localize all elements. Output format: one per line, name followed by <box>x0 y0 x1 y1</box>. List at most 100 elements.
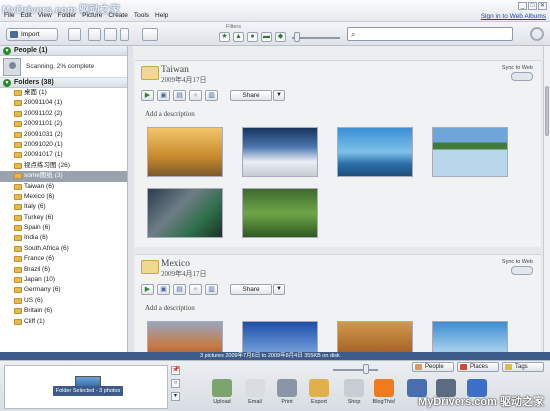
search-input[interactable] <box>362 29 507 39</box>
album-description-field[interactable]: Add a description <box>145 110 195 118</box>
blog-icon[interactable]: ▥ <box>205 90 218 101</box>
date-filter-knob[interactable] <box>294 32 300 42</box>
folder-item[interactable]: Cliff (1) <box>0 317 127 327</box>
thumbnail-size-slider[interactable] <box>333 369 378 371</box>
upload-button[interactable]: Upload <box>208 379 236 405</box>
menu-view[interactable]: View <box>38 12 52 19</box>
people-tab-button[interactable]: People <box>412 362 454 372</box>
folders-section-header[interactable]: ▼ Folders (38) <box>0 78 127 88</box>
sign-in-link[interactable]: Sign in to Web Albums <box>481 13 546 20</box>
folder-item[interactable]: Spain (6) <box>0 223 127 233</box>
folder-item[interactable]: South Africa (6) <box>0 244 127 254</box>
photo-thumbnail-palm-beach[interactable] <box>432 321 508 352</box>
star-icon[interactable]: ★ <box>189 284 202 295</box>
menu-picture[interactable]: Picture <box>82 12 102 19</box>
folder-item[interactable]: 20091017 (1) <box>0 150 127 160</box>
share-button[interactable]: Share <box>230 284 272 295</box>
blog-icon[interactable]: ▥ <box>205 284 218 295</box>
folder-item[interactable]: Mexico (6) <box>0 192 127 202</box>
people-section-header[interactable]: ▼ People (1) <box>0 46 127 56</box>
print-button[interactable]: Print <box>273 379 301 405</box>
menu-tools[interactable]: Tools <box>134 12 149 19</box>
people-scan-row[interactable]: Scanning, 2% complete <box>0 56 127 78</box>
photo-thumbnail-pier-sunset[interactable] <box>147 127 223 177</box>
photo-thumbnail-stone-carving[interactable] <box>337 321 413 352</box>
folder-item[interactable]: Brazil (6) <box>0 265 127 275</box>
collapse-icon[interactable]: ▼ <box>3 47 11 55</box>
email-button[interactable]: Email <box>241 379 269 405</box>
menu-folder[interactable]: Folder <box>58 12 76 19</box>
add-to-album-icon[interactable]: ▾ <box>171 392 180 401</box>
collapse-icon[interactable]: ▼ <box>3 79 11 87</box>
minimize-button[interactable]: _ <box>518 2 527 10</box>
share-dropdown-icon[interactable]: ▼ <box>273 284 285 295</box>
movie-filter-icon[interactable]: ▲ <box>233 32 244 42</box>
album-scrollbar[interactable] <box>543 46 550 352</box>
view-dropdown-icon[interactable] <box>120 28 129 41</box>
star-icon[interactable]: ★ <box>189 90 202 101</box>
sync-to-web-toggle[interactable] <box>511 266 533 275</box>
photo-thumbnail-rice-terrace[interactable] <box>432 127 508 177</box>
folder-item[interactable]: 20091020 (1) <box>0 140 127 150</box>
folder-item[interactable]: Britain (6) <box>0 306 127 316</box>
folder-item[interactable]: 20091104 (1) <box>0 98 127 108</box>
photo-thumbnail-coastal-rock[interactable] <box>337 127 413 177</box>
scrollbar-thumb[interactable] <box>545 86 549 136</box>
maximize-button[interactable]: □ <box>528 2 537 10</box>
photo-thumbnail-green-hills[interactable] <box>242 188 318 238</box>
face-filter-icon[interactable]: ● <box>247 32 258 42</box>
shop-button[interactable]: Shop <box>340 379 368 405</box>
list-view-icon[interactable] <box>88 28 101 41</box>
places-tab-button[interactable]: Places <box>457 362 499 372</box>
photo-thumbnail-gorge-road[interactable] <box>147 188 223 238</box>
play-slideshow-icon[interactable]: ▶ <box>141 90 154 101</box>
menu-file[interactable]: File <box>4 12 14 19</box>
geotag-filter-icon[interactable]: ◆ <box>275 32 286 42</box>
thumbnail-view-icon[interactable] <box>104 28 117 41</box>
menu-edit[interactable]: Edit <box>20 12 31 19</box>
close-button[interactable]: ✕ <box>538 2 547 10</box>
album-description-field[interactable]: Add a description <box>145 304 195 312</box>
sync-to-web-toggle[interactable] <box>511 72 533 81</box>
movie-icon[interactable]: ▤ <box>173 90 186 101</box>
photo-thumbnail-pyramid-sky[interactable] <box>242 321 318 352</box>
folder-item[interactable]: 20091101 (2) <box>0 119 127 129</box>
folder-item[interactable]: Japan (10) <box>0 275 127 285</box>
folder-item[interactable]: France (6) <box>0 254 127 264</box>
blogthis-button[interactable]: BlogThis! <box>370 379 398 405</box>
slideshow-icon[interactable] <box>68 28 81 41</box>
folder-item[interactable]: Taiwan (6) <box>0 182 127 192</box>
folder-item[interactable]: US (6) <box>0 296 127 306</box>
tags-tab-button[interactable]: Tags <box>502 362 544 372</box>
menu-help[interactable]: Help <box>155 12 168 19</box>
folder-item[interactable]: Germany (6) <box>0 285 127 295</box>
folder-item[interactable]: 桌面 (1) <box>0 88 127 98</box>
album-title[interactable]: Taiwan <box>161 65 189 75</box>
folder-item[interactable]: 视点练习图 (26) <box>0 161 127 171</box>
folder-item[interactable]: 20091102 (2) <box>0 109 127 119</box>
collage-icon[interactable]: ▣ <box>157 284 170 295</box>
gear-icon[interactable] <box>530 27 544 41</box>
share-dropdown-icon[interactable]: ▼ <box>273 90 285 101</box>
hold-icon[interactable]: 📌 <box>171 366 180 375</box>
collage-icon[interactable]: ▣ <box>157 90 170 101</box>
album-title[interactable]: Mexico <box>161 259 190 269</box>
folder-item[interactable]: India (6) <box>0 233 127 243</box>
folder-item[interactable]: Turkey (6) <box>0 213 127 223</box>
menu-create[interactable]: Create <box>108 12 128 19</box>
starred-filter-icon[interactable]: ★ <box>219 32 230 42</box>
photo-thumbnail-red-rocks[interactable] <box>147 321 223 352</box>
uploaded-filter-icon[interactable]: ▬ <box>261 32 272 42</box>
share-button[interactable]: Share <box>230 90 272 101</box>
movie-icon[interactable]: ▤ <box>173 284 186 295</box>
play-slideshow-icon[interactable]: ▶ <box>141 284 154 295</box>
clear-icon[interactable]: ○ <box>171 379 180 388</box>
import-button[interactable]: Import <box>6 28 58 41</box>
export-button[interactable]: Export <box>305 379 333 405</box>
folder-item[interactable]: 20091031 (2) <box>0 130 127 140</box>
thumbnail-size-knob[interactable] <box>363 364 369 374</box>
people-add-icon[interactable] <box>142 28 158 41</box>
folder-item[interactable]: some图纸 (3) <box>0 171 127 182</box>
folder-item[interactable]: Italy (6) <box>0 202 127 212</box>
photo-thumbnail-sea-of-clouds[interactable] <box>242 127 318 177</box>
